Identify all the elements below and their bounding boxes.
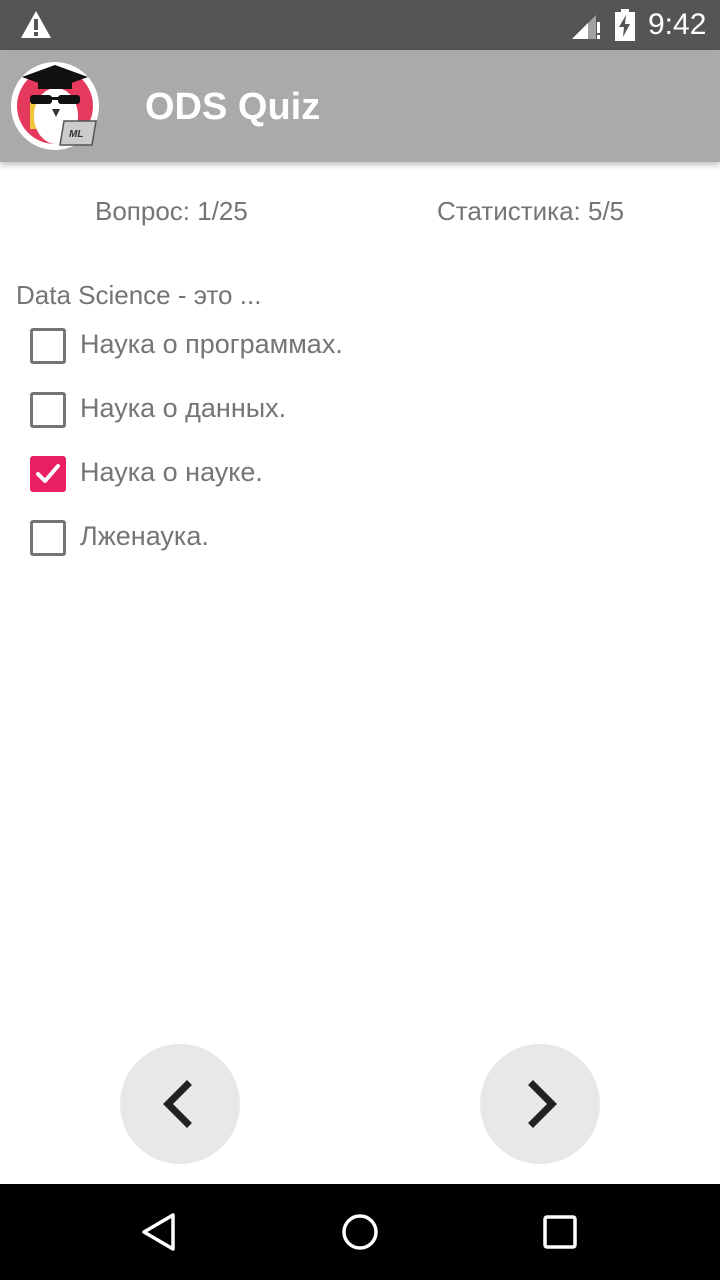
question-text: Data Science - это ...	[16, 280, 262, 310]
next-question-button[interactable]	[480, 1044, 600, 1164]
checkbox-checked[interactable]	[30, 456, 66, 492]
question-counter: Вопрос: 1/25	[95, 196, 248, 226]
answer-option-1[interactable]: Наука о программах.	[30, 326, 630, 366]
option-label: Наука о программах.	[80, 329, 343, 359]
option-label: Наука о науке.	[80, 457, 263, 487]
chevron-left-icon	[163, 1080, 192, 1128]
option-label: Лженаука.	[80, 521, 209, 551]
answer-option-2[interactable]: Наука о данных.	[30, 390, 630, 430]
previous-question-button[interactable]	[120, 1044, 240, 1164]
battery-charging-icon	[615, 9, 635, 41]
statistics-counter: Статистика: 5/5	[437, 196, 625, 226]
back-icon[interactable]	[139, 1211, 181, 1253]
chevron-right-icon	[528, 1080, 557, 1128]
app-logo-icon: ML	[11, 62, 99, 150]
answer-option-4[interactable]: Лженаука.	[30, 518, 630, 558]
logo-text: ML	[69, 129, 83, 140]
app-title: ODS Quiz	[145, 86, 321, 128]
system-navigation-bar	[0, 1184, 720, 1280]
status-time: 9:42	[648, 8, 707, 41]
recents-icon[interactable]	[539, 1211, 581, 1253]
option-label: Наука о данных.	[80, 393, 287, 423]
answer-option-3[interactable]: Наука о науке.	[30, 454, 630, 494]
home-icon[interactable]	[339, 1211, 381, 1253]
signal-icon	[572, 15, 600, 39]
warning-icon	[21, 11, 51, 38]
checkmark-icon	[36, 464, 60, 483]
app-bar: ML ODS Quiz	[0, 50, 720, 162]
checkbox[interactable]	[30, 328, 66, 364]
checkbox[interactable]	[30, 392, 66, 428]
status-bar: 9:42	[0, 0, 720, 50]
checkbox[interactable]	[30, 520, 66, 556]
